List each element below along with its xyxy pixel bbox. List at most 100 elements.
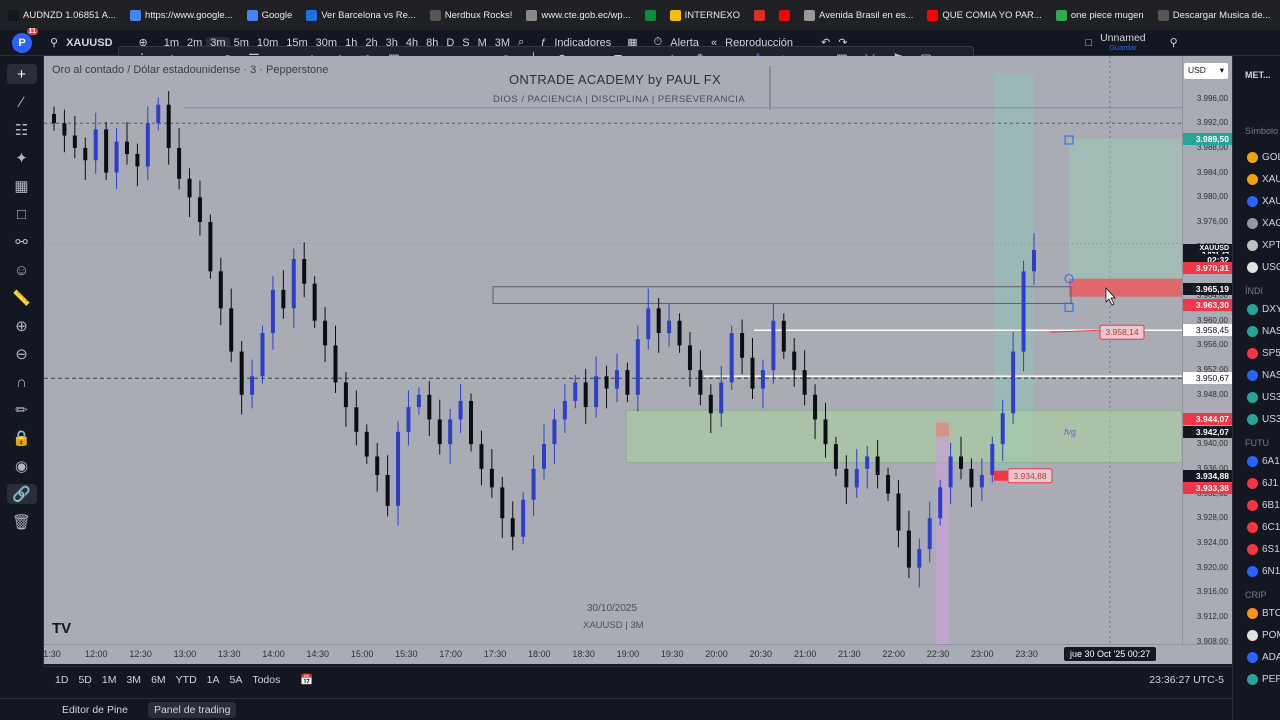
candle-body[interactable] bbox=[521, 499, 526, 537]
candle-body[interactable] bbox=[1032, 249, 1036, 272]
candle-body[interactable] bbox=[124, 141, 129, 155]
candle-body[interactable] bbox=[479, 444, 484, 469]
candle-body[interactable] bbox=[104, 129, 109, 173]
link-icon[interactable]: 🔗 bbox=[6, 484, 37, 504]
candle-body[interactable] bbox=[343, 382, 348, 408]
watchlist-item[interactable]: 6A1 bbox=[1247, 456, 1280, 467]
candle-body[interactable] bbox=[375, 456, 380, 476]
candle-body[interactable] bbox=[291, 258, 296, 309]
watchlist-item[interactable]: XPT bbox=[1247, 240, 1280, 251]
watchlist-item[interactable]: 6B1 bbox=[1247, 500, 1280, 511]
candle-body[interactable] bbox=[917, 549, 922, 568]
candle-body[interactable] bbox=[583, 382, 588, 408]
candle-body[interactable] bbox=[1011, 351, 1016, 414]
candle-body[interactable] bbox=[177, 147, 182, 179]
lock-icon[interactable]: 🔒 bbox=[7, 428, 37, 448]
ruler-icon[interactable]: 📏 bbox=[7, 288, 37, 308]
candle-body[interactable] bbox=[740, 333, 745, 358]
candle-body[interactable] bbox=[406, 407, 411, 432]
bookmark-item[interactable] bbox=[641, 8, 660, 23]
price-label[interactable]: 3.965,19 bbox=[1183, 282, 1232, 295]
bookmark-item[interactable]: https://www.google... bbox=[126, 8, 237, 23]
candle-body[interactable] bbox=[489, 468, 494, 488]
range-5d[interactable]: 5D bbox=[73, 674, 96, 686]
candle-body[interactable] bbox=[364, 431, 369, 457]
zoom-out-icon[interactable]: ⊖ bbox=[7, 344, 37, 364]
candle-body[interactable] bbox=[510, 518, 515, 537]
pattern-tool-icon[interactable]: ✦ bbox=[7, 148, 37, 168]
candle-body[interactable] bbox=[687, 345, 692, 371]
candle-body[interactable] bbox=[333, 345, 338, 383]
candle-body[interactable] bbox=[750, 357, 755, 389]
candle-body[interactable] bbox=[792, 351, 797, 371]
time-axis[interactable]: jue 30 Oct '25 00:27 1:30 12:00 12:30 13:00… bbox=[43, 644, 1232, 664]
candle-body[interactable] bbox=[260, 333, 265, 377]
candle-body[interactable] bbox=[990, 444, 995, 476]
candle-body[interactable] bbox=[833, 444, 838, 469]
price-label[interactable]: 3.970,31 bbox=[1183, 261, 1232, 274]
candle-body[interactable] bbox=[270, 289, 275, 334]
watchlist-item[interactable]: GOL bbox=[1247, 152, 1280, 163]
candle-body[interactable] bbox=[208, 221, 213, 272]
range-ytd[interactable]: YTD bbox=[171, 674, 202, 686]
candle-body[interactable] bbox=[625, 370, 630, 395]
watchlist-item[interactable]: XAG bbox=[1247, 218, 1280, 229]
clock-timezone[interactable]: 23:36:27 UTC-5 bbox=[1149, 674, 1224, 686]
candle-body[interactable] bbox=[646, 308, 651, 340]
watchlist-item[interactable]: SP5 bbox=[1247, 348, 1280, 359]
candle-body[interactable] bbox=[437, 419, 442, 445]
candle-body[interactable] bbox=[187, 178, 192, 198]
candlestick-plot[interactable]: 3.958,14 3.934,88 fvg bbox=[44, 56, 1182, 664]
candle-body[interactable] bbox=[844, 468, 849, 488]
candle-body[interactable] bbox=[614, 370, 619, 389]
candle-body[interactable] bbox=[52, 113, 56, 124]
candle-body[interactable] bbox=[385, 475, 390, 506]
candle-body[interactable] bbox=[802, 370, 807, 395]
annotation-tool-icon[interactable]: ⚯ bbox=[7, 232, 37, 252]
resistance-box[interactable] bbox=[492, 286, 1072, 304]
quick-search-icon[interactable]: ⚲ bbox=[1166, 36, 1182, 49]
range-3m[interactable]: 3M bbox=[121, 674, 146, 686]
bottom-tab[interactable]: Panel de trading bbox=[147, 701, 237, 718]
bookmark-item[interactable]: Avenida Brasil en es... bbox=[800, 8, 917, 23]
candle-body[interactable] bbox=[1021, 271, 1026, 352]
candle-body[interactable] bbox=[708, 394, 713, 414]
candle-body[interactable] bbox=[771, 320, 776, 371]
candle-body[interactable] bbox=[156, 104, 161, 124]
magnet-mode-icon[interactable]: ∩ bbox=[7, 372, 37, 392]
currency-selector[interactable]: USD ▾ bbox=[1184, 63, 1228, 79]
goto-date-icon[interactable]: 📅 bbox=[295, 673, 318, 686]
price-label[interactable]: 3.989,50 bbox=[1183, 132, 1232, 145]
candle-body[interactable] bbox=[239, 351, 244, 395]
candle-body[interactable] bbox=[969, 468, 974, 488]
candle-body[interactable] bbox=[302, 258, 307, 284]
bookmark-item[interactable]: QUE COMIA YO PAR... bbox=[923, 8, 1045, 23]
candle-body[interactable] bbox=[562, 400, 567, 420]
watchlist-item[interactable]: PEP bbox=[1247, 674, 1280, 685]
candle-body[interactable] bbox=[458, 400, 463, 420]
fib-tool-icon[interactable]: ☷ bbox=[7, 120, 37, 140]
watchlist-item[interactable]: POM bbox=[1247, 630, 1280, 641]
candle-body[interactable] bbox=[448, 419, 453, 445]
bookmark-item[interactable]: www.cte.gob.ec/wp... bbox=[522, 8, 634, 23]
candle-body[interactable] bbox=[854, 468, 859, 488]
search-icon[interactable]: ⚲ bbox=[46, 36, 62, 49]
candle-body[interactable] bbox=[145, 123, 150, 167]
candle-body[interactable] bbox=[865, 456, 870, 469]
price-label[interactable]: 3.933,38 bbox=[1183, 481, 1232, 494]
candle-body[interactable] bbox=[906, 530, 911, 568]
price-chart[interactable]: 3.958,14 3.934,88 fvg bbox=[44, 56, 1182, 664]
candle-body[interactable] bbox=[1000, 413, 1005, 445]
candle-body[interactable] bbox=[886, 475, 891, 494]
candle-body[interactable] bbox=[250, 376, 255, 395]
watchlist-item[interactable]: NAS bbox=[1247, 370, 1280, 381]
candle-body[interactable] bbox=[959, 456, 964, 469]
candle-body[interactable] bbox=[197, 197, 202, 222]
candle-body[interactable] bbox=[698, 370, 703, 395]
price-label[interactable]: 3.942,07 bbox=[1183, 426, 1232, 439]
user-avatar[interactable]: P 11 bbox=[12, 27, 38, 53]
candle-body[interactable] bbox=[312, 283, 317, 321]
eye-icon[interactable]: ◉ bbox=[7, 456, 37, 476]
candle-body[interactable] bbox=[729, 333, 734, 383]
candle-body[interactable] bbox=[927, 518, 932, 550]
